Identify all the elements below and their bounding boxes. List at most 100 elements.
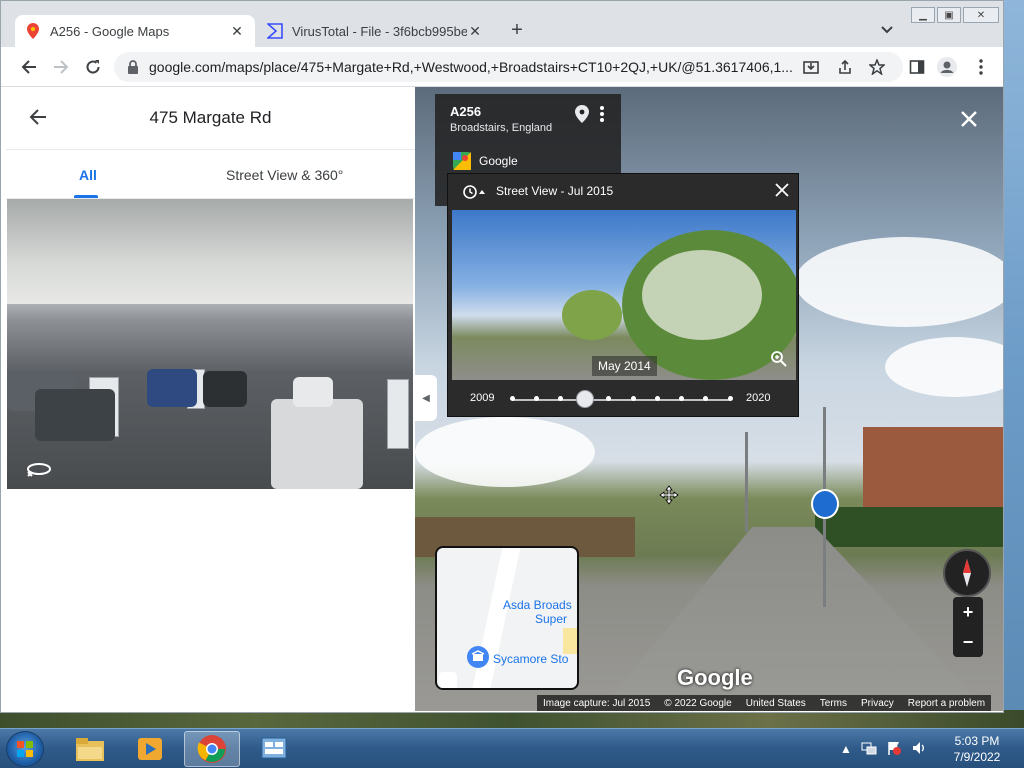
- google-maps-logo-icon: [453, 152, 471, 170]
- image-capture-text: Image capture: Jul 2015: [543, 697, 651, 709]
- control-panel-icon: [261, 737, 287, 759]
- timeline-end-year: 2020: [746, 392, 771, 404]
- close-tab-icon[interactable]: ✕: [229, 23, 245, 40]
- browser-window: A256 - Google Maps ✕ VirusTotal - File -…: [0, 0, 1004, 713]
- show-hidden-icons-icon[interactable]: ▲: [840, 742, 852, 756]
- address-bar[interactable]: google.com/maps/place/475+Margate+Rd,+We…: [114, 52, 903, 82]
- store-pin-icon[interactable]: [467, 646, 489, 668]
- chrome-icon: [197, 735, 226, 763]
- maximize-button[interactable]: ▣: [937, 7, 961, 23]
- bookmark-star-icon[interactable]: [868, 58, 886, 76]
- desktop-background: [1004, 0, 1024, 728]
- timeline-start-year: 2009: [470, 392, 495, 404]
- rotate-360-icon[interactable]: [25, 459, 53, 479]
- tab-virustotal[interactable]: VirusTotal - File - 3f6bcb995be2c ✕: [257, 15, 493, 47]
- map-label: Super: [535, 612, 568, 626]
- google-maps-pin-icon: [25, 23, 41, 39]
- action-center-flag-icon[interactable]: [886, 740, 902, 759]
- browser-toolbar: google.com/maps/place/475+Margate+Rd,+We…: [1, 47, 1003, 87]
- tab-street-view-360[interactable]: Street View & 360°: [226, 167, 343, 183]
- compass-icon[interactable]: [943, 549, 991, 597]
- zoom-in-magnifier-icon[interactable]: [770, 350, 788, 368]
- close-tab-icon[interactable]: ✕: [467, 23, 483, 40]
- close-window-button[interactable]: ✕: [963, 7, 999, 23]
- system-tray: ▲: [840, 735, 940, 763]
- timeline-tick[interactable]: [557, 396, 563, 401]
- close-icon[interactable]: [957, 107, 981, 131]
- lamp-post: [745, 432, 748, 532]
- zoom-out-button[interactable]: −: [953, 627, 983, 657]
- timeline-track[interactable]: [512, 399, 730, 401]
- tab-all[interactable]: All: [64, 167, 112, 183]
- copyright-text: © 2022 Google: [664, 697, 732, 709]
- place-panel: 475 Margate Rd All Street View & 360°: [6, 87, 415, 711]
- profile-avatar-icon[interactable]: [937, 57, 957, 77]
- google-watermark: Google: [677, 665, 753, 690]
- taskbar-media-player[interactable]: [122, 731, 178, 767]
- reload-icon[interactable]: [83, 57, 103, 77]
- taskbar-control-panel[interactable]: [246, 731, 302, 767]
- cloud: [795, 237, 1003, 327]
- tab-search-chevron-icon[interactable]: [878, 21, 896, 39]
- start-button[interactable]: [6, 731, 44, 767]
- car: [203, 371, 247, 407]
- car: [147, 369, 197, 407]
- provider-text: Google: [479, 154, 518, 168]
- timeline-tick[interactable]: [654, 396, 660, 401]
- panorama-photo[interactable]: [7, 199, 413, 489]
- historical-imagery-thumbnail[interactable]: May 2014: [452, 210, 796, 380]
- timeline-slider-knob[interactable]: [575, 390, 594, 408]
- divider: [6, 149, 415, 150]
- fuel-pump: [387, 379, 409, 449]
- volume-icon[interactable]: [911, 740, 927, 759]
- hover-date-label: May 2014: [592, 356, 657, 376]
- more-options-icon[interactable]: [599, 105, 607, 123]
- blossom-tree: [642, 250, 762, 340]
- folder-icon: [76, 738, 104, 761]
- map-road: [471, 548, 521, 688]
- timeline-tick[interactable]: [509, 396, 515, 401]
- taskbar-explorer[interactable]: [62, 731, 118, 767]
- terms-link[interactable]: Terms: [820, 698, 847, 709]
- privacy-link[interactable]: Privacy: [861, 698, 894, 709]
- tab-google-maps[interactable]: A256 - Google Maps ✕: [15, 15, 255, 47]
- browser-menu-icon[interactable]: [971, 57, 991, 77]
- clock-time: 5:03 PM: [954, 734, 1000, 748]
- clock[interactable]: 5:03 PM 7/9/2022: [942, 733, 1012, 765]
- close-icon[interactable]: [774, 182, 790, 198]
- back-arrow-icon[interactable]: [19, 57, 39, 77]
- keep-left-sign: [811, 489, 839, 519]
- location-pin-icon[interactable]: [575, 105, 589, 123]
- timeline-tick[interactable]: [727, 396, 733, 401]
- mini-map[interactable]: Asda Broads Super Sycamore Sto: [435, 546, 579, 690]
- url-text[interactable]: google.com/maps/place/475+Margate+Rd,+We…: [149, 59, 809, 75]
- history-clock-icon[interactable]: [462, 184, 488, 200]
- page-title: 475 Margate Rd: [149, 108, 272, 127]
- share-icon[interactable]: [836, 58, 854, 76]
- report-problem-link[interactable]: Report a problem: [908, 698, 985, 709]
- side-panel-icon[interactable]: [907, 57, 927, 77]
- region-link[interactable]: United States: [746, 698, 806, 709]
- time-machine-popup: Street View - Jul 2015 May 2014 2009 202…: [447, 173, 799, 417]
- tab-bar: A256 - Google Maps ✕ VirusTotal - File -…: [1, 1, 1003, 47]
- house: [863, 427, 1003, 517]
- map-label: Sycamore Sto: [493, 652, 569, 666]
- minimize-button[interactable]: ▁: [911, 7, 935, 23]
- desktop-background-strip: [0, 710, 1024, 730]
- new-tab-button[interactable]: +: [506, 19, 528, 42]
- tab-title: A256 - Google Maps: [50, 23, 170, 39]
- collapse-panel-button[interactable]: ◀: [415, 375, 437, 421]
- network-icon[interactable]: [861, 740, 877, 759]
- location-text: Broadstairs, England: [450, 122, 553, 134]
- road-name: A256: [450, 104, 482, 119]
- timeline-tick[interactable]: [533, 396, 539, 401]
- timeline-tick[interactable]: [630, 396, 636, 401]
- map-corner-icon: [439, 672, 457, 688]
- zoom-in-button[interactable]: +: [953, 597, 983, 627]
- lock-icon[interactable]: [126, 60, 140, 74]
- street-view-pane[interactable]: ◀ A256 Broadstairs, England Google Stree…: [415, 87, 1003, 711]
- forward-arrow-icon[interactable]: [51, 57, 71, 77]
- taskbar-chrome[interactable]: [184, 731, 240, 767]
- tab-title: VirusTotal - File - 3f6bcb995be2c: [292, 23, 467, 39]
- install-app-icon[interactable]: [802, 58, 820, 76]
